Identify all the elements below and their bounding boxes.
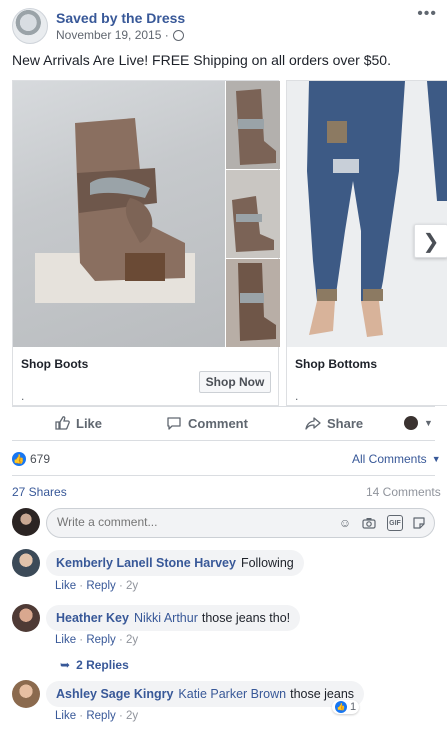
comment-meta: Like · Reply · 2y [55,634,139,646]
post-timestamp: November 19, 2015 · [56,28,184,42]
commenter-avatar[interactable] [12,604,40,632]
boot-thumb-shape [226,259,280,347]
divider [12,406,435,407]
comment-reply-link[interactable]: Reply [86,710,115,722]
boots-thumbnail-3[interactable] [226,259,280,347]
sticker-icon[interactable] [411,515,427,531]
jeans-image[interactable] [287,81,447,347]
profile-mini-avatar [404,416,418,430]
comment-reply-link[interactable]: Reply [86,580,115,592]
card-title-bottoms[interactable]: Shop Bottoms [295,357,377,371]
reaction-count[interactable]: 679 [30,452,50,466]
comment-reaction-count: 1 [350,701,357,713]
reply-arrow-icon: ➥ [60,658,71,672]
timestamp-text[interactable]: November 19, 2015 · [56,28,169,42]
comment-bubble-icon [167,417,181,430]
comment-meta: Like · Reply · 2y [55,580,139,592]
commenter-avatar[interactable] [12,549,40,577]
comment-time[interactable]: 2y [126,710,138,722]
comment-time[interactable]: 2y [126,580,138,592]
more-options-button[interactable]: ••• [417,5,437,23]
comment-like-link[interactable]: Like [55,580,76,592]
comment-composer[interactable]: ☺ GIF [46,508,435,538]
like-label: Like [76,415,103,431]
comment-mention[interactable]: Nikki Arthur [134,611,198,625]
current-user-avatar [12,508,40,536]
comment-time[interactable]: 2y [126,634,138,646]
boot-thumb-shape [226,170,280,258]
chevron-right-icon: ❯ [422,230,440,253]
comment-reaction-badge[interactable]: 👍 1 [332,700,360,714]
react-as-selector[interactable]: ▼ [404,416,433,430]
share-button[interactable]: Share [305,415,363,431]
comment-text: Following [240,556,294,570]
replies-label: 2 Replies [76,658,129,672]
comment-reply-link[interactable]: Reply [86,634,115,646]
thumbs-up-icon [55,416,70,430]
comments-count: 14 Comments [366,485,441,499]
divider [12,475,435,476]
caret-down-icon: ▼ [431,454,441,464]
post-text: New Arrivals Are Live! FREE Shipping on … [12,52,391,68]
carousel-next-button[interactable]: ❯ [414,224,447,258]
boots-thumbnail-2[interactable] [226,170,280,258]
comment-filter-dropdown[interactable]: All Comments ▼ [352,452,441,466]
thumbs-up-icon: 👍 [335,701,347,713]
emoji-icon[interactable]: ☺ [337,515,353,531]
divider [12,440,435,441]
comment-author[interactable]: Heather Key [56,611,129,625]
shop-now-button[interactable]: Shop Now [199,371,271,393]
boots-thumbnail-1[interactable] [226,81,280,169]
comment-author[interactable]: Kemberly Lanell Stone Harvey [56,556,236,570]
card-title-boots[interactable]: Shop Boots [21,357,88,371]
comment-bubble: Heather Key Nikki Arthur those jeans tho… [46,605,301,631]
commenter-avatar[interactable] [12,680,40,708]
share-arrow-icon [305,417,321,430]
globe-icon [172,29,184,41]
camera-icon[interactable] [361,515,377,531]
boots-main-image[interactable] [13,81,225,347]
card-subtitle-bottoms: . [295,389,299,403]
comment-like-link[interactable]: Like [55,634,76,646]
like-reaction-icon[interactable]: 👍 [12,452,26,466]
comment-bubble: Kemberly Lanell Stone Harvey Following [46,550,304,576]
jeans-image-shape [287,81,447,347]
shares-count-link[interactable]: 27 Shares [12,485,67,499]
page-avatar[interactable] [12,8,48,44]
post-action-bar: Like Comment Share ▼ [0,408,447,438]
comment-input[interactable] [57,515,317,529]
comment-bubble: Ashley Sage Kingry Katie Parker Brown th… [46,681,365,707]
comment-label: Comment [188,415,248,431]
comment-like-link[interactable]: Like [55,710,76,722]
comment-mention[interactable]: Katie Parker Brown [178,687,286,701]
page-name-link[interactable]: Saved by the Dress [56,10,185,26]
comment-author[interactable]: Ashley Sage Kingry [56,687,173,701]
gif-icon[interactable]: GIF [387,515,403,531]
filter-label: All Comments [352,452,427,466]
card-subtitle-boots: . [21,389,25,403]
comment-button[interactable]: Comment [166,415,248,431]
boot-image-shape [35,118,195,303]
like-button[interactable]: Like [54,415,102,431]
comment-text: those jeans [290,687,355,701]
share-label: Share [327,415,364,431]
caret-down-icon: ▼ [424,418,433,428]
comment-meta: Like · Reply · 2y [55,710,139,722]
carousel-card-boots[interactable]: Shop Boots . Shop Now [12,80,280,406]
view-replies-link[interactable]: ➥ 2 Replies [60,658,129,672]
boot-thumb-shape [236,89,276,165]
comment-text: those jeans tho! [201,611,291,625]
